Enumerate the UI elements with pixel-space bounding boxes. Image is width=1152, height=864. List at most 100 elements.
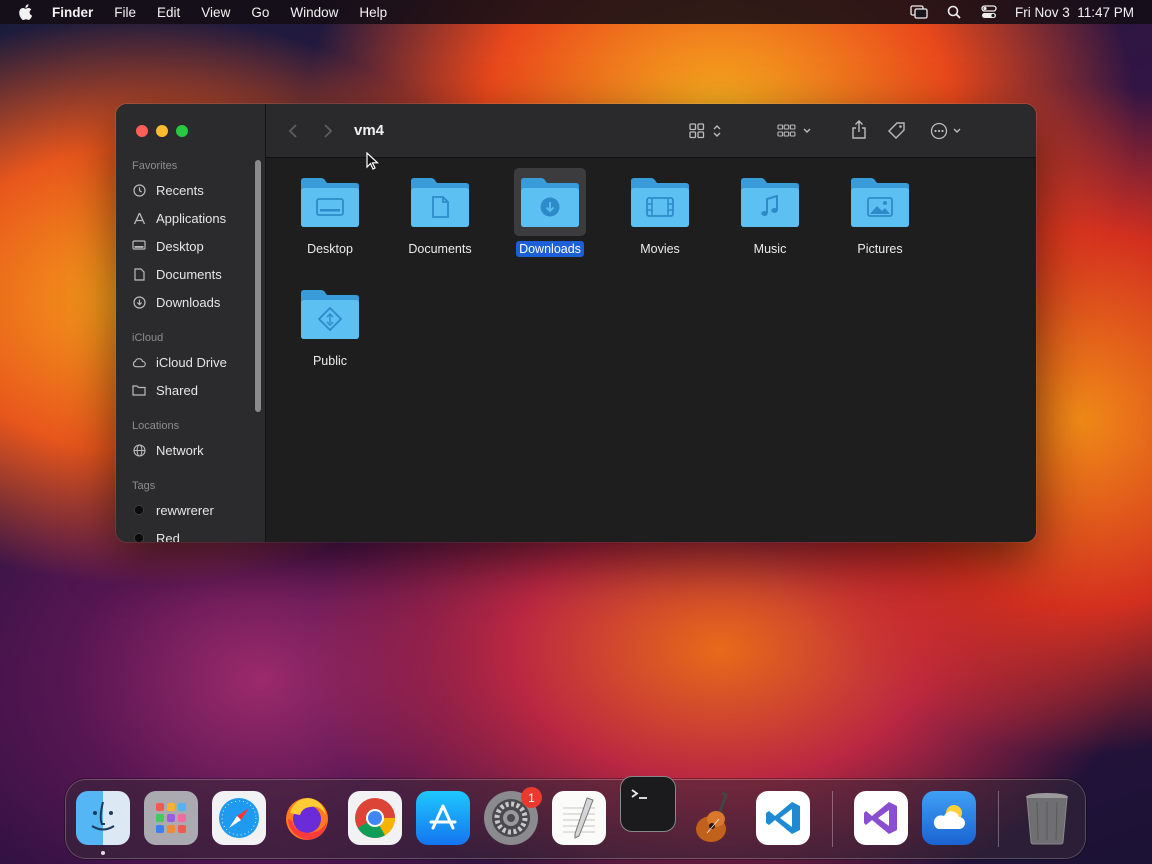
dock-separator bbox=[832, 791, 833, 847]
dock-firefox-icon[interactable] bbox=[280, 791, 334, 845]
menu-file[interactable]: File bbox=[114, 5, 136, 20]
dock-visual-studio-icon[interactable] bbox=[854, 791, 908, 845]
forward-button[interactable] bbox=[323, 123, 333, 139]
menu-go[interactable]: Go bbox=[251, 5, 269, 20]
share-button[interactable] bbox=[851, 120, 867, 140]
menu-view[interactable]: View bbox=[201, 5, 230, 20]
running-indicator bbox=[101, 851, 105, 855]
sidebar-item-label: Desktop bbox=[156, 238, 204, 254]
sidebar-section-tags: Tags bbox=[132, 480, 156, 492]
sidebar-item-label: Shared bbox=[156, 382, 198, 398]
sidebar-item-label: Documents bbox=[156, 266, 222, 282]
globe-icon bbox=[132, 443, 146, 457]
sidebar-scrollbar[interactable] bbox=[255, 160, 261, 412]
folder-label: Movies bbox=[640, 242, 680, 256]
folder-icon bbox=[294, 168, 366, 236]
dock-chrome-icon[interactable] bbox=[348, 791, 402, 845]
dock-finder-icon[interactable] bbox=[76, 791, 130, 845]
sidebar-item-tag-red[interactable]: Red bbox=[132, 527, 180, 542]
notification-badge: 1 bbox=[521, 787, 542, 808]
folder-icon bbox=[844, 168, 916, 236]
menu-app-name[interactable]: Finder bbox=[52, 5, 93, 20]
shared-folder-icon bbox=[132, 383, 146, 397]
view-mode-button[interactable] bbox=[689, 123, 725, 139]
sidebar-item-label: rewwrerer bbox=[156, 502, 214, 518]
sidebar-item-desktop[interactable]: Desktop bbox=[132, 235, 204, 257]
folder-item[interactable]: Documents bbox=[390, 168, 490, 257]
sidebar-item-downloads[interactable]: Downloads bbox=[132, 291, 220, 313]
sidebar-item-tag-rewwrerer[interactable]: rewwrerer bbox=[132, 499, 214, 521]
dock-terminal-icon[interactable] bbox=[620, 776, 676, 832]
folder-label: Downloads bbox=[516, 241, 584, 257]
folder-label: Public bbox=[312, 354, 348, 368]
control-center-icon[interactable] bbox=[980, 4, 998, 20]
spotlight-icon[interactable] bbox=[945, 4, 963, 20]
cloud-icon bbox=[132, 355, 146, 369]
dock-textedit-icon[interactable] bbox=[552, 791, 606, 845]
dock-launchpad-icon[interactable] bbox=[144, 791, 198, 845]
menu-help[interactable]: Help bbox=[359, 5, 387, 20]
tag-dot-icon bbox=[132, 531, 146, 542]
document-icon bbox=[132, 267, 146, 281]
dock-system-settings-icon[interactable]: 1 bbox=[484, 787, 542, 845]
menu-bar: Finder File Edit View Go Window Help Fri… bbox=[0, 0, 1152, 24]
sidebar-section-favorites: Favorites bbox=[132, 160, 178, 172]
sidebar-item-label: Network bbox=[156, 442, 204, 458]
folder-item-selected[interactable]: Downloads bbox=[500, 168, 600, 257]
sidebar-item-applications[interactable]: Applications bbox=[132, 207, 226, 229]
minimize-button[interactable] bbox=[156, 125, 168, 137]
sidebar-item-icloud-drive[interactable]: iCloud Drive bbox=[132, 351, 227, 373]
zoom-button[interactable] bbox=[176, 125, 188, 137]
folder-item[interactable]: Public bbox=[280, 280, 380, 369]
sidebar: Favorites Recents Applications Desktop D… bbox=[116, 104, 266, 542]
apple-menu-icon[interactable] bbox=[18, 4, 34, 20]
folder-item[interactable]: Pictures bbox=[830, 168, 930, 257]
sidebar-section-icloud: iCloud bbox=[132, 332, 164, 344]
folder-label: Music bbox=[753, 242, 787, 256]
file-browser: Desktop Documents Downloads Movies Music bbox=[266, 158, 1036, 542]
sidebar-item-recents[interactable]: Recents bbox=[132, 179, 204, 201]
folder-item[interactable]: Music bbox=[720, 168, 820, 257]
dock-vscode-icon[interactable] bbox=[756, 791, 810, 845]
download-icon bbox=[132, 295, 146, 309]
folder-label: Documents bbox=[408, 242, 472, 256]
menu-window[interactable]: Window bbox=[290, 5, 338, 20]
applications-icon bbox=[132, 211, 146, 225]
more-actions-button[interactable] bbox=[930, 122, 964, 140]
clock-icon bbox=[132, 183, 146, 197]
sidebar-section-locations: Locations bbox=[132, 420, 180, 432]
folder-item[interactable]: Desktop bbox=[280, 168, 380, 257]
dock-weather-icon[interactable] bbox=[922, 791, 976, 845]
sidebar-item-shared[interactable]: Shared bbox=[132, 379, 198, 401]
window-controls bbox=[136, 125, 188, 137]
tag-dot-icon bbox=[132, 503, 146, 517]
dock-app-store-icon[interactable] bbox=[416, 791, 470, 845]
menu-clock[interactable]: Fri Nov 3 11:47 PM bbox=[1015, 5, 1134, 20]
menu-edit[interactable]: Edit bbox=[157, 5, 180, 20]
folder-icon bbox=[624, 168, 696, 236]
sidebar-item-network[interactable]: Network bbox=[132, 439, 204, 461]
folder-icon bbox=[734, 168, 806, 236]
dock-trash-icon[interactable] bbox=[1020, 791, 1074, 845]
folder-item[interactable]: Movies bbox=[610, 168, 710, 257]
folder-icon bbox=[514, 168, 586, 236]
dock: 1 bbox=[66, 776, 1085, 858]
sidebar-item-label: Downloads bbox=[156, 294, 221, 310]
folder-label: Desktop bbox=[307, 242, 353, 256]
screen-mirroring-icon[interactable] bbox=[910, 4, 928, 20]
back-button[interactable] bbox=[288, 123, 298, 139]
dock-separator bbox=[998, 791, 999, 847]
toolbar: vm4 bbox=[266, 104, 1036, 158]
menu-extras: Fri Nov 3 11:47 PM bbox=[910, 0, 1134, 24]
dock-garageband-icon[interactable] bbox=[688, 791, 742, 845]
sidebar-item-documents[interactable]: Documents bbox=[132, 263, 222, 285]
tag-button[interactable] bbox=[887, 121, 907, 141]
desktop-icon bbox=[132, 239, 146, 253]
dock-safari-icon[interactable] bbox=[212, 791, 266, 845]
close-button[interactable] bbox=[136, 125, 148, 137]
sidebar-item-label: Applications bbox=[156, 210, 227, 226]
sidebar-item-label: iCloud Drive bbox=[156, 354, 227, 370]
group-by-button[interactable] bbox=[777, 123, 813, 139]
folder-icon bbox=[404, 168, 476, 236]
sidebar-item-label: Red bbox=[156, 530, 180, 543]
